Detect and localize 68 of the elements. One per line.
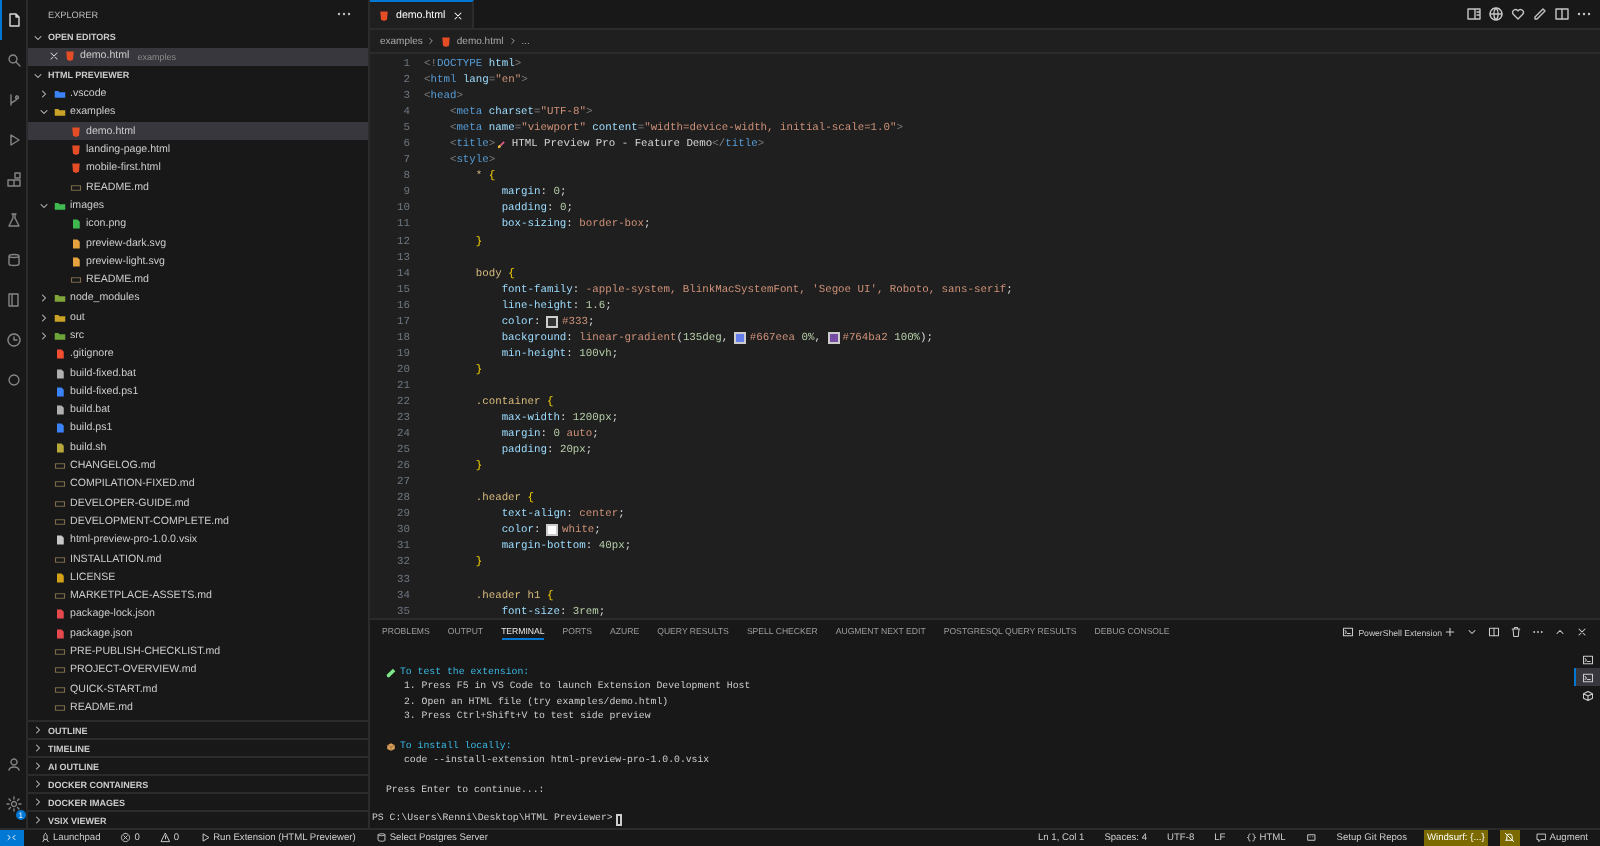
file-icon — [378, 9, 390, 21]
box-icon[interactable] — [1581, 689, 1593, 701]
blocks-icon[interactable] — [6, 172, 22, 188]
box-icon — [386, 741, 396, 752]
search-icon[interactable] — [6, 52, 22, 68]
chevron-icon[interactable] — [32, 724, 44, 736]
chevron-icon[interactable] — [37, 330, 49, 342]
terminal-icon — [1342, 626, 1355, 638]
split-preview-icon[interactable] — [1466, 6, 1482, 22]
chevron-icon[interactable] — [37, 88, 49, 101]
chevron-icon[interactable] — [37, 311, 49, 324]
flask-icon[interactable] — [6, 212, 22, 228]
chevron-icon[interactable] — [32, 742, 44, 754]
database-icon — [375, 832, 387, 844]
chevron-icon[interactable] — [32, 796, 44, 808]
file-icon — [64, 50, 76, 63]
database-icon[interactable] — [6, 252, 22, 268]
chevron-icon[interactable] — [37, 106, 49, 119]
terminal-icon[interactable] — [1581, 671, 1593, 683]
chevron-right-icon — [426, 36, 437, 46]
chevron-icon[interactable] — [37, 292, 49, 305]
color-swatch[interactable] — [546, 315, 559, 328]
color-swatch[interactable] — [827, 331, 840, 344]
chat-icon — [1535, 832, 1547, 844]
status-item[interactable] — [1500, 830, 1520, 846]
chevron-icon[interactable] — [32, 69, 44, 82]
chevron-icon[interactable] — [32, 760, 44, 772]
file-icon — [440, 35, 453, 47]
close-icon[interactable] — [48, 50, 60, 63]
chevron-down-icon[interactable] — [1466, 626, 1478, 638]
clock-icon[interactable] — [6, 332, 22, 348]
status-item[interactable] — [1301, 830, 1321, 846]
book-icon[interactable] — [6, 292, 22, 308]
remote-icon — [6, 832, 17, 844]
heart-icon[interactable] — [1510, 6, 1526, 22]
braces-icon — [1245, 832, 1257, 844]
color-swatch[interactable] — [734, 331, 747, 344]
warning-icon — [159, 832, 171, 844]
more-icon[interactable] — [1532, 626, 1544, 638]
rocket-icon — [39, 832, 50, 844]
folder-icon — [54, 199, 66, 212]
branch-icon[interactable] — [6, 92, 22, 108]
test-tube-icon — [386, 668, 396, 679]
chevron-icon[interactable] — [32, 778, 44, 790]
error-icon — [120, 832, 132, 844]
terminal-icon[interactable] — [1581, 653, 1593, 665]
plus-icon[interactable] — [1444, 626, 1456, 638]
pencil-icon[interactable] — [1532, 6, 1548, 22]
brush-icon — [495, 139, 506, 150]
play-icon[interactable] — [6, 132, 22, 148]
close-icon[interactable] — [1576, 626, 1588, 638]
chevron-icon[interactable] — [32, 31, 44, 44]
gear-icon[interactable] — [6, 796, 22, 812]
globe-icon[interactable] — [1488, 6, 1504, 22]
account-icon[interactable] — [6, 756, 22, 772]
chevron-right-icon — [507, 36, 518, 46]
bell-slash-icon — [1504, 832, 1516, 844]
chevron-icon[interactable] — [37, 199, 49, 212]
color-swatch[interactable] — [546, 524, 559, 537]
chevron-up-icon[interactable] — [1554, 626, 1566, 638]
files-icon[interactable] — [6, 12, 22, 28]
chevron-icon[interactable] — [32, 814, 44, 826]
play-icon — [199, 832, 211, 844]
robot-icon — [1305, 832, 1317, 844]
trash-icon[interactable] — [1510, 626, 1522, 638]
split-icon[interactable] — [1554, 6, 1570, 22]
split-icon[interactable] — [1488, 626, 1500, 638]
terminal-cursor — [616, 813, 623, 826]
